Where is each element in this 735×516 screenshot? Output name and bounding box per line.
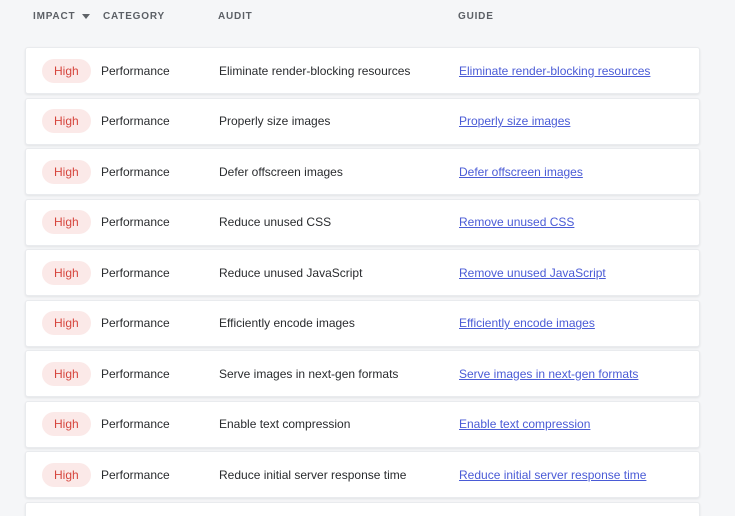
category-cell: Performance (101, 112, 219, 130)
impact-cell: High (26, 361, 101, 386)
audit-row: High Performance Properly size images Pr… (25, 97, 700, 145)
audit-list: High Performance Eliminate render-blocki… (25, 47, 700, 516)
partial-next-row (25, 501, 700, 516)
impact-badge: High (42, 260, 91, 285)
impact-cell: High (26, 311, 101, 335)
guide-link[interactable]: Eliminate render-blocking resources (459, 64, 650, 78)
category-cell: Performance (101, 365, 219, 383)
category-label: Performance (101, 164, 170, 179)
column-header-category: CATEGORY (100, 11, 218, 22)
guide-cell: Remove unused CSS (459, 213, 699, 231)
category-label: Performance (101, 467, 170, 482)
impact-cell: High (26, 260, 101, 285)
audit-label: Efficiently encode images (219, 316, 355, 330)
audit-row: High Performance Efficiently encode imag… (25, 299, 700, 347)
guide-link[interactable]: Remove unused CSS (459, 215, 574, 229)
guide-link[interactable]: Remove unused JavaScript (459, 266, 606, 280)
impact-cell: High (26, 58, 101, 83)
audits-page: IMPACT CATEGORY AUDIT GUIDE High Perform… (0, 0, 735, 516)
impact-badge: High (42, 311, 91, 335)
audit-row: High Performance Reduce initial server r… (25, 451, 700, 498)
guide-link[interactable]: Properly size images (459, 114, 570, 128)
category-label: Performance (101, 417, 170, 431)
impact-badge: High (42, 58, 91, 83)
guide-link[interactable]: Enable text compression (459, 417, 590, 431)
audit-label: Eliminate render-blocking resources (219, 63, 411, 78)
impact-cell: High (26, 462, 101, 487)
audit-label: Defer offscreen images (219, 164, 343, 179)
category-label: Performance (101, 215, 170, 229)
audit-row: High Performance Reduce unused JavaScrip… (25, 249, 700, 296)
column-header-audit: AUDIT (218, 11, 458, 22)
impact-cell: High (26, 159, 101, 184)
guide-cell: Reduce initial server response time (459, 466, 699, 484)
guide-cell: Enable text compression (459, 415, 699, 433)
impact-badge: High (42, 159, 91, 184)
guide-cell: Serve images in next-gen formats (459, 365, 699, 383)
category-cell: Performance (101, 264, 219, 282)
category-cell: Performance (101, 163, 219, 181)
audit-label: Serve images in next-gen formats (219, 366, 399, 381)
audit-cell: Serve images in next-gen formats (219, 365, 459, 383)
impact-cell: High (26, 412, 101, 436)
column-header-guide-label: GUIDE (458, 11, 494, 22)
audit-cell: Eliminate render-blocking resources (219, 62, 459, 80)
column-header-impact-label[interactable]: IMPACT (33, 11, 75, 22)
category-cell: Performance (101, 415, 219, 433)
column-header-audit-label: AUDIT (218, 11, 253, 22)
audit-cell: Reduce unused CSS (219, 213, 459, 231)
audit-label: Reduce unused JavaScript (219, 265, 363, 280)
audit-label: Reduce initial server response time (219, 467, 407, 482)
impact-cell: High (26, 109, 101, 133)
category-label: Performance (101, 316, 170, 330)
audit-row: High Performance Reduce unused CSS Remov… (25, 198, 700, 246)
audit-row: High Performance Eliminate render-blocki… (25, 47, 700, 94)
audit-label: Properly size images (219, 114, 331, 128)
audit-label: Reduce unused CSS (219, 215, 332, 229)
table-header: IMPACT CATEGORY AUDIT GUIDE (25, 0, 700, 47)
guide-cell: Eliminate render-blocking resources (459, 62, 699, 80)
audit-row: High Performance Defer offscreen images … (25, 148, 700, 195)
category-label: Performance (101, 63, 170, 78)
audit-label: Enable text compression (219, 417, 351, 431)
audit-cell: Efficiently encode images (219, 314, 459, 332)
category-label: Performance (101, 265, 170, 280)
impact-badge: High (42, 210, 91, 234)
caret-down-icon[interactable] (82, 14, 91, 19)
guide-cell: Defer offscreen images (459, 163, 699, 181)
category-cell: Performance (101, 314, 219, 332)
impact-badge: High (42, 412, 91, 436)
category-cell: Performance (101, 466, 219, 484)
audit-row: High Performance Enable text compression… (25, 400, 700, 448)
column-header-category-label: CATEGORY (103, 11, 165, 22)
impact-badge: High (42, 462, 91, 487)
guide-link[interactable]: Serve images in next-gen formats (459, 367, 638, 381)
guide-cell: Properly size images (459, 112, 699, 130)
audit-cell: Enable text compression (219, 415, 459, 433)
impact-badge: High (42, 109, 91, 133)
guide-cell: Efficiently encode images (459, 314, 699, 332)
category-cell: Performance (101, 62, 219, 80)
audit-cell: Reduce initial server response time (219, 466, 459, 484)
guide-link[interactable]: Efficiently encode images (459, 316, 595, 330)
audit-cell: Reduce unused JavaScript (219, 264, 459, 282)
audit-cell: Defer offscreen images (219, 163, 459, 181)
category-label: Performance (101, 114, 170, 128)
impact-badge: High (42, 361, 91, 386)
category-cell: Performance (101, 213, 219, 231)
category-label: Performance (101, 366, 170, 381)
audit-cell: Properly size images (219, 112, 459, 130)
column-header-guide: GUIDE (458, 11, 700, 22)
guide-cell: Remove unused JavaScript (459, 264, 699, 282)
column-header-impact[interactable]: IMPACT (25, 11, 100, 22)
guide-link[interactable]: Defer offscreen images (459, 165, 583, 179)
guide-link[interactable]: Reduce initial server response time (459, 468, 646, 482)
impact-cell: High (26, 210, 101, 234)
audit-row: High Performance Serve images in next-ge… (25, 350, 700, 397)
